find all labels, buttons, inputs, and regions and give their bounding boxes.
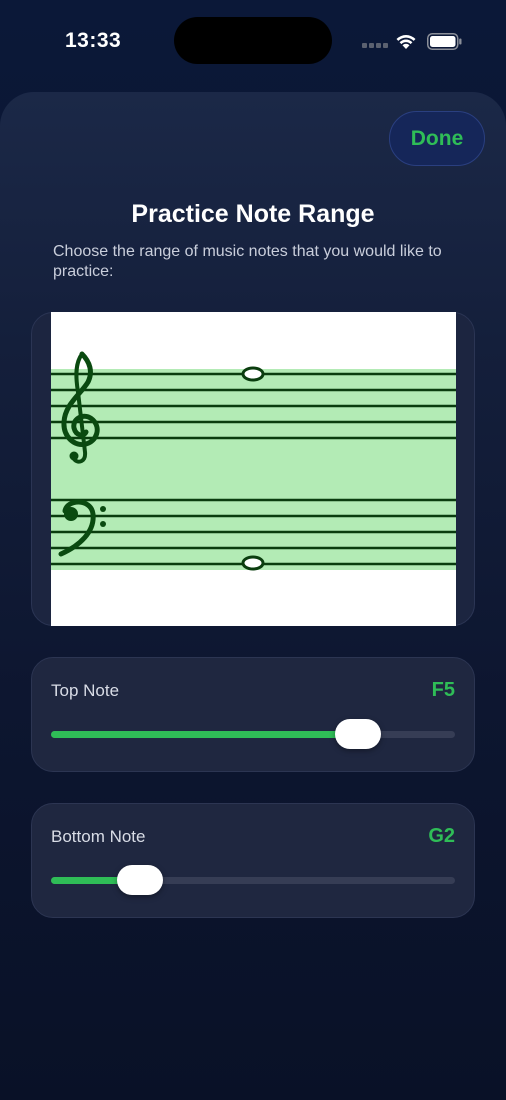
- cellular-signal-icon: [362, 43, 388, 49]
- bottom-note-label: Bottom Note: [51, 827, 146, 846]
- top-note-card: Top Note F5: [31, 657, 475, 772]
- top-note-slider[interactable]: [51, 719, 455, 749]
- bottom-note-slider-thumb[interactable]: [116, 865, 163, 895]
- battery-icon: [427, 33, 462, 50]
- bottom-note-card: Bottom Note G2: [31, 803, 475, 918]
- page-subtitle: Choose the range of music notes that you…: [53, 243, 442, 280]
- done-button[interactable]: Done: [389, 111, 485, 166]
- status-time: 13:33: [65, 29, 122, 52]
- dynamic-island: [174, 17, 332, 64]
- wifi-icon: [396, 35, 416, 49]
- status-bar: 13:33: [0, 0, 506, 84]
- bottom-note-slider[interactable]: [51, 865, 455, 895]
- bottom-note-marker: [241, 555, 265, 571]
- top-note-slider-thumb[interactable]: [335, 719, 382, 749]
- note-range-highlight: [51, 369, 456, 570]
- grand-staff: [51, 312, 456, 626]
- page-title: Practice Note Range: [131, 200, 375, 228]
- top-note-value: F5: [431, 679, 455, 701]
- bottom-note-value: G2: [428, 825, 455, 847]
- top-note-marker: [241, 366, 265, 382]
- top-note-label: Top Note: [51, 681, 120, 700]
- top-note-slider-fill: [51, 731, 359, 738]
